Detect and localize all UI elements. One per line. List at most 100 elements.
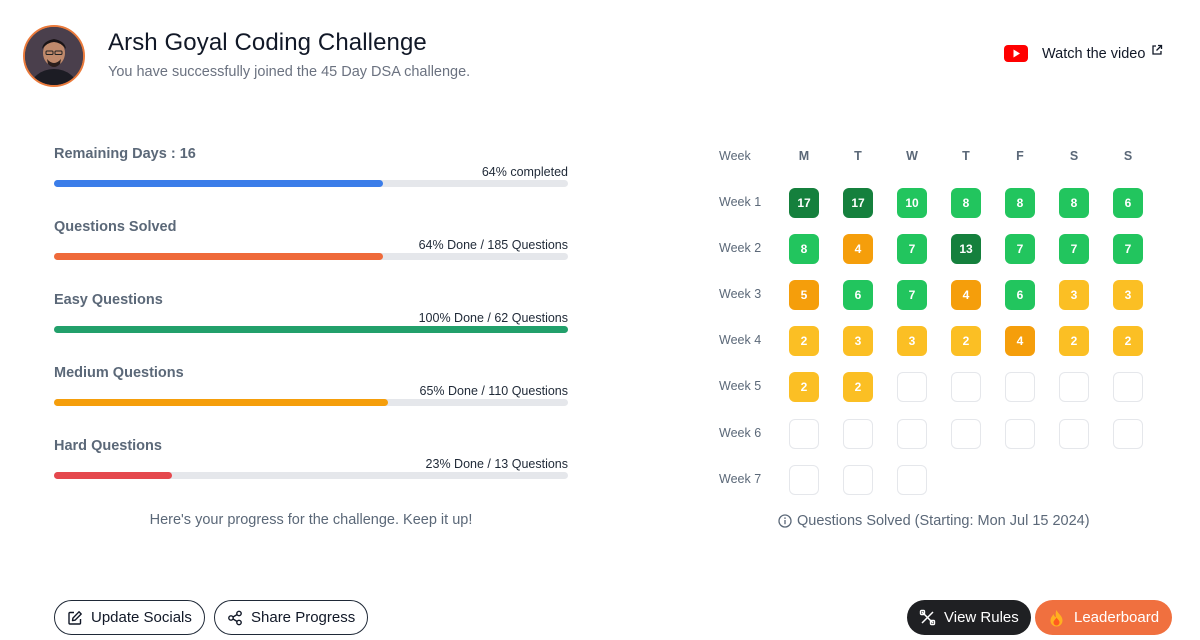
calendar-week-label: Week 4 bbox=[719, 333, 762, 347]
progress-easy-questions: Easy Questions 100% Done / 62 Questions bbox=[54, 292, 568, 333]
calendar-day-header: W bbox=[906, 149, 918, 163]
progress-label: Questions Solved bbox=[54, 219, 177, 235]
calendar-day-cell: 7 bbox=[1005, 234, 1035, 264]
watch-video-label: Watch the video bbox=[1042, 45, 1146, 62]
progress-label: Hard Questions bbox=[54, 438, 162, 454]
calendar-day-cell bbox=[897, 419, 927, 449]
progress-track bbox=[54, 472, 568, 479]
leaderboard-button[interactable]: Leaderboard bbox=[1035, 600, 1172, 635]
progress-hard-questions: Hard Questions 23% Done / 13 Questions bbox=[54, 438, 568, 479]
calendar-day-header: S bbox=[1069, 149, 1079, 163]
progress-fill bbox=[54, 399, 389, 406]
share-progress-label: Share Progress bbox=[251, 609, 356, 626]
view-rules-label: View Rules bbox=[944, 609, 1019, 626]
calendar-week-label: Week 7 bbox=[719, 472, 762, 486]
calendar-note: Questions Solved (Starting: Mon Jul 15 2… bbox=[778, 513, 1090, 529]
calendar-day-cell: 7 bbox=[1113, 234, 1143, 264]
calendar-day-cell: 4 bbox=[951, 280, 981, 310]
calendar-day-cell: 2 bbox=[1113, 326, 1143, 356]
calendar-note-text: Questions Solved (Starting: Mon Jul 15 2… bbox=[797, 513, 1090, 529]
calendar-day-header: F bbox=[1016, 149, 1024, 163]
progress-questions-solved: Questions Solved 64% Done / 185 Question… bbox=[54, 219, 568, 260]
calendar-day-cell: 3 bbox=[1059, 280, 1089, 310]
page-title: Arsh Goyal Coding Challenge bbox=[108, 29, 427, 56]
calendar-week-label: Week 1 bbox=[719, 195, 762, 209]
calendar-day-cell bbox=[789, 465, 819, 495]
calendar-week-label: Week 6 bbox=[719, 426, 762, 440]
calendar-day-cell bbox=[843, 465, 873, 495]
flame-icon bbox=[1050, 609, 1063, 626]
progress-label: Remaining Days : 16 bbox=[54, 146, 196, 162]
calendar-day-cell: 2 bbox=[843, 372, 873, 402]
calendar-day-cell bbox=[951, 372, 981, 402]
progress-label: Medium Questions bbox=[54, 365, 184, 381]
progress-detail: 100% Done / 62 Questions bbox=[418, 311, 568, 325]
calendar-day-cell: 2 bbox=[1059, 326, 1089, 356]
calendar-day-header: T bbox=[854, 149, 862, 163]
progress-fill bbox=[54, 472, 173, 479]
progress-fill bbox=[54, 253, 383, 260]
share-progress-button[interactable]: Share Progress bbox=[214, 600, 369, 635]
calendar-day-cell: 6 bbox=[843, 280, 873, 310]
calendar-day-cell bbox=[789, 419, 819, 449]
info-icon bbox=[778, 514, 792, 528]
avatar bbox=[23, 25, 85, 87]
calendar-day-cell: 17 bbox=[843, 188, 873, 218]
progress-detail: 64% completed bbox=[481, 165, 568, 179]
progress-detail: 64% Done / 185 Questions bbox=[418, 238, 568, 252]
calendar-week-header: Week bbox=[719, 149, 751, 163]
calendar-week-label: Week 3 bbox=[719, 287, 762, 301]
calendar-week-label: Week 5 bbox=[719, 379, 762, 393]
calendar-week-label: Week 2 bbox=[719, 241, 762, 255]
calendar-day-cell: 2 bbox=[789, 372, 819, 402]
calendar-day-header: S bbox=[1123, 149, 1133, 163]
calendar-day-cell: 6 bbox=[1113, 188, 1143, 218]
calendar-day-cell bbox=[1113, 372, 1143, 402]
share-icon bbox=[228, 610, 242, 625]
calendar-day-cell: 7 bbox=[897, 234, 927, 264]
calendar-day-cell bbox=[897, 372, 927, 402]
tools-icon bbox=[919, 609, 936, 626]
progress-medium-questions: Medium Questions 65% Done / 110 Question… bbox=[54, 365, 568, 406]
progress-note: Here's your progress for the challenge. … bbox=[149, 512, 473, 528]
view-rules-button[interactable]: View Rules bbox=[907, 600, 1031, 635]
update-socials-button[interactable]: Update Socials bbox=[54, 600, 205, 635]
watch-video-link[interactable]: Watch the video bbox=[1004, 44, 1163, 62]
calendar-day-cell bbox=[1113, 419, 1143, 449]
edit-icon bbox=[68, 610, 82, 625]
calendar-day-cell bbox=[951, 419, 981, 449]
calendar-day-cell bbox=[843, 419, 873, 449]
progress-track bbox=[54, 253, 568, 260]
calendar-day-header: M bbox=[798, 149, 810, 163]
calendar-day-cell: 3 bbox=[1113, 280, 1143, 310]
leaderboard-label: Leaderboard bbox=[1074, 609, 1160, 626]
calendar-day-cell bbox=[1005, 419, 1035, 449]
calendar-day-cell: 3 bbox=[897, 326, 927, 356]
calendar-day-header: T bbox=[962, 149, 970, 163]
calendar-day-cell: 10 bbox=[897, 188, 927, 218]
progress-track bbox=[54, 399, 568, 406]
calendar-day-cell: 8 bbox=[951, 188, 981, 218]
progress-fill bbox=[54, 326, 568, 333]
calendar-day-cell: 13 bbox=[951, 234, 981, 264]
calendar-day-cell bbox=[1059, 419, 1089, 449]
calendar-day-cell: 7 bbox=[897, 280, 927, 310]
calendar-day-cell: 7 bbox=[1059, 234, 1089, 264]
external-link-icon bbox=[1152, 44, 1163, 55]
calendar-day-cell: 2 bbox=[789, 326, 819, 356]
calendar-day-cell: 4 bbox=[843, 234, 873, 264]
progress-remaining-days: Remaining Days : 16 64% completed bbox=[54, 146, 568, 187]
calendar-day-cell: 5 bbox=[789, 280, 819, 310]
calendar-day-cell bbox=[897, 465, 927, 495]
calendar-day-cell bbox=[1005, 372, 1035, 402]
calendar-day-cell: 8 bbox=[1059, 188, 1089, 218]
youtube-icon bbox=[1004, 45, 1028, 62]
progress-detail: 23% Done / 13 Questions bbox=[425, 457, 568, 471]
progress-track bbox=[54, 326, 568, 333]
calendar-day-cell: 8 bbox=[1005, 188, 1035, 218]
progress-label: Easy Questions bbox=[54, 292, 163, 308]
calendar-day-cell: 6 bbox=[1005, 280, 1035, 310]
progress-fill bbox=[54, 180, 383, 187]
calendar-day-cell: 3 bbox=[843, 326, 873, 356]
progress-detail: 65% Done / 110 Questions bbox=[419, 384, 568, 398]
